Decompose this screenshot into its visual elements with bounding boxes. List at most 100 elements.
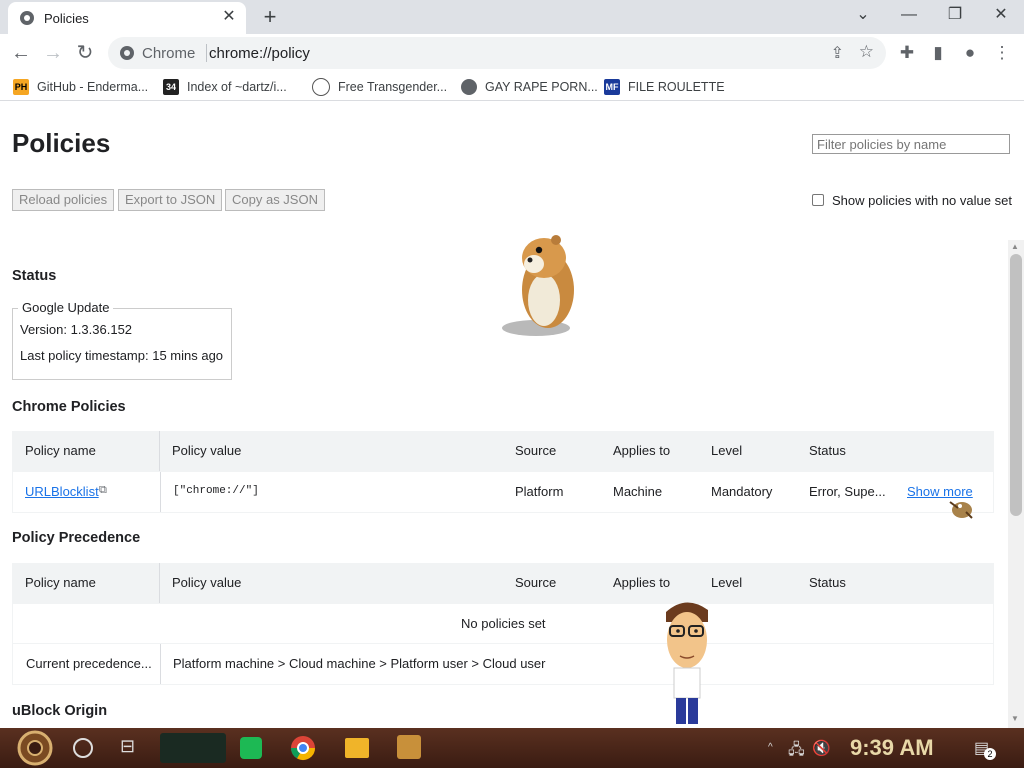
column-header: Level: [711, 443, 743, 458]
status-heading: Status: [12, 268, 57, 284]
scroll-up-arrow-icon[interactable]: ▲: [1011, 242, 1019, 251]
chrome-policies-heading: Chrome Policies: [12, 399, 126, 415]
table-row: No policies set: [12, 603, 994, 645]
column-divider: [160, 644, 161, 684]
column-divider: [159, 563, 160, 603]
policy-precedence-heading: Policy Precedence: [12, 530, 141, 546]
table-row: URLBlocklist ⧉ ["chrome://"] Platform Ma…: [12, 471, 994, 513]
bookmark-file-roulette[interactable]: MF FILE ROULETTE: [604, 78, 725, 96]
column-header: Status: [809, 575, 846, 590]
side-panel-icon[interactable]: ▮: [925, 40, 951, 66]
task-view-icon[interactable]: ⊟: [120, 736, 135, 757]
new-tab-button[interactable]: +: [256, 4, 284, 30]
external-link-icon[interactable]: ⧉: [99, 484, 107, 497]
column-header: Source: [515, 575, 557, 590]
back-icon[interactable]: ←: [6, 38, 36, 68]
bookmark-free[interactable]: Free Transgender...: [312, 78, 447, 96]
spotify-icon[interactable]: [240, 737, 262, 759]
restore-button[interactable]: ❐: [932, 0, 978, 30]
copy-json-button[interactable]: Copy as JSON: [225, 189, 325, 211]
policy-value: ["chrome://"]: [173, 485, 259, 497]
skull-icon: [312, 78, 330, 96]
game-app-icon[interactable]: [397, 735, 421, 759]
taskbar-slot: [160, 733, 226, 763]
bookmark-label: GAY RAPE PORN...: [485, 80, 598, 94]
column-header: Policy name: [25, 575, 96, 590]
status-version: Version: 1.3.36.152: [20, 322, 133, 337]
scrollbar-thumb[interactable]: [1010, 254, 1022, 516]
taskbar-clock[interactable]: 9:39 AM: [850, 735, 934, 761]
show-no-value-label: Show policies with no value set: [832, 193, 1012, 208]
chrome-page-icon: [20, 11, 34, 25]
url-text[interactable]: chrome://policy: [209, 45, 310, 62]
bookmark-index[interactable]: 34 Index of ~dartz/i...: [163, 78, 287, 96]
column-header: Policy name: [25, 443, 96, 458]
status-legend: Google Update: [18, 300, 114, 315]
close-window-button[interactable]: ✕: [978, 0, 1024, 30]
policy-level: Mandatory: [711, 484, 773, 499]
ublock-origin-heading: uBlock Origin: [12, 703, 108, 719]
toolbar: ← → ↻ Chrome chrome://policy ⇪ ☆ ✚ ▮ ● ⋮: [0, 34, 1024, 72]
extensions-icon[interactable]: ✚: [894, 40, 920, 66]
bookmark-github[interactable]: PH GitHub - Enderma...: [13, 78, 148, 96]
export-json-button[interactable]: Export to JSON: [118, 189, 223, 211]
precedence-table: Policy name Policy value Source Applies …: [12, 563, 994, 685]
page-title: Policies: [12, 128, 111, 158]
notification-count-badge: 2: [984, 748, 996, 760]
column-header: Applies to: [613, 575, 671, 590]
current-precedence-value: Platform machine > Cloud machine > Platf…: [173, 656, 546, 671]
profile-avatar-icon[interactable]: ●: [957, 40, 983, 66]
globe-icon: [461, 79, 477, 95]
file-explorer-icon[interactable]: [345, 738, 369, 758]
address-bar[interactable]: Chrome chrome://policy ⇪ ☆: [108, 37, 886, 69]
close-tab-icon[interactable]: ✕: [218, 6, 240, 28]
omnibox-separator: [206, 44, 207, 62]
bookmarks-bar: PH GitHub - Enderma... 34 Index of ~dart…: [0, 72, 1024, 101]
tray-chevron-icon[interactable]: ^: [768, 742, 773, 753]
scroll-down-arrow-icon[interactable]: ▼: [1011, 714, 1019, 723]
policy-status: Error, Supe...: [809, 484, 886, 499]
chrome-site-icon: [120, 46, 134, 60]
show-no-value-checkbox[interactable]: [812, 194, 824, 206]
no-policies-text: No policies set: [461, 616, 546, 631]
tab-title: Policies: [44, 11, 89, 26]
bookmark-label: FILE ROULETTE: [628, 80, 725, 94]
status-timestamp: Last policy timestamp: 15 mins ago: [20, 348, 224, 363]
forward-icon[interactable]: →: [38, 38, 68, 68]
table-header: Policy name Policy value Source Applies …: [12, 563, 994, 603]
table-row: Current precedence... Platform machine >…: [12, 643, 994, 685]
menu-icon[interactable]: ⋮: [989, 40, 1015, 66]
reload-icon[interactable]: ↻: [70, 38, 100, 68]
network-icon[interactable]: 🖧: [788, 739, 805, 764]
bookmark-label: Index of ~dartz/i...: [187, 80, 287, 94]
start-gear-icon[interactable]: [12, 730, 58, 766]
numbered-icon: 34: [163, 79, 179, 95]
chrome-policies-table: Policy name Policy value Source Applies …: [12, 431, 994, 513]
status-box: [12, 308, 232, 380]
column-header: Source: [515, 443, 557, 458]
column-header: Policy value: [172, 443, 242, 458]
filter-input[interactable]: [812, 134, 1010, 154]
tab-policies[interactable]: Policies ✕: [8, 2, 246, 34]
muted-speaker-icon[interactable]: 🔇: [812, 739, 831, 757]
cartoon-man-image: [666, 602, 708, 724]
tab-search-icon[interactable]: ⌄: [840, 0, 886, 30]
minimize-button[interactable]: —: [886, 0, 932, 30]
column-header: Status: [809, 443, 846, 458]
column-header: Applies to: [613, 443, 671, 458]
share-icon[interactable]: ⇪: [831, 43, 844, 63]
bookmark-porn[interactable]: GAY RAPE PORN...: [461, 78, 598, 96]
bookmark-star-icon[interactable]: ☆: [859, 42, 874, 62]
column-divider: [159, 431, 160, 471]
current-precedence-label: Current precedence...: [26, 656, 152, 671]
table-header: Policy name Policy value Source Applies …: [12, 431, 994, 471]
column-header: Policy value: [172, 575, 242, 590]
column-header: Level: [711, 575, 743, 590]
hamster-mascot-image: [502, 235, 574, 336]
ph-icon: PH: [13, 79, 29, 95]
policy-applies-to: Machine: [613, 484, 663, 499]
search-circle-icon[interactable]: [73, 738, 93, 758]
reload-policies-button[interactable]: Reload policies: [12, 189, 115, 211]
chrome-taskbar-icon[interactable]: [290, 735, 316, 761]
policy-name-link[interactable]: URLBlocklist: [25, 484, 99, 499]
